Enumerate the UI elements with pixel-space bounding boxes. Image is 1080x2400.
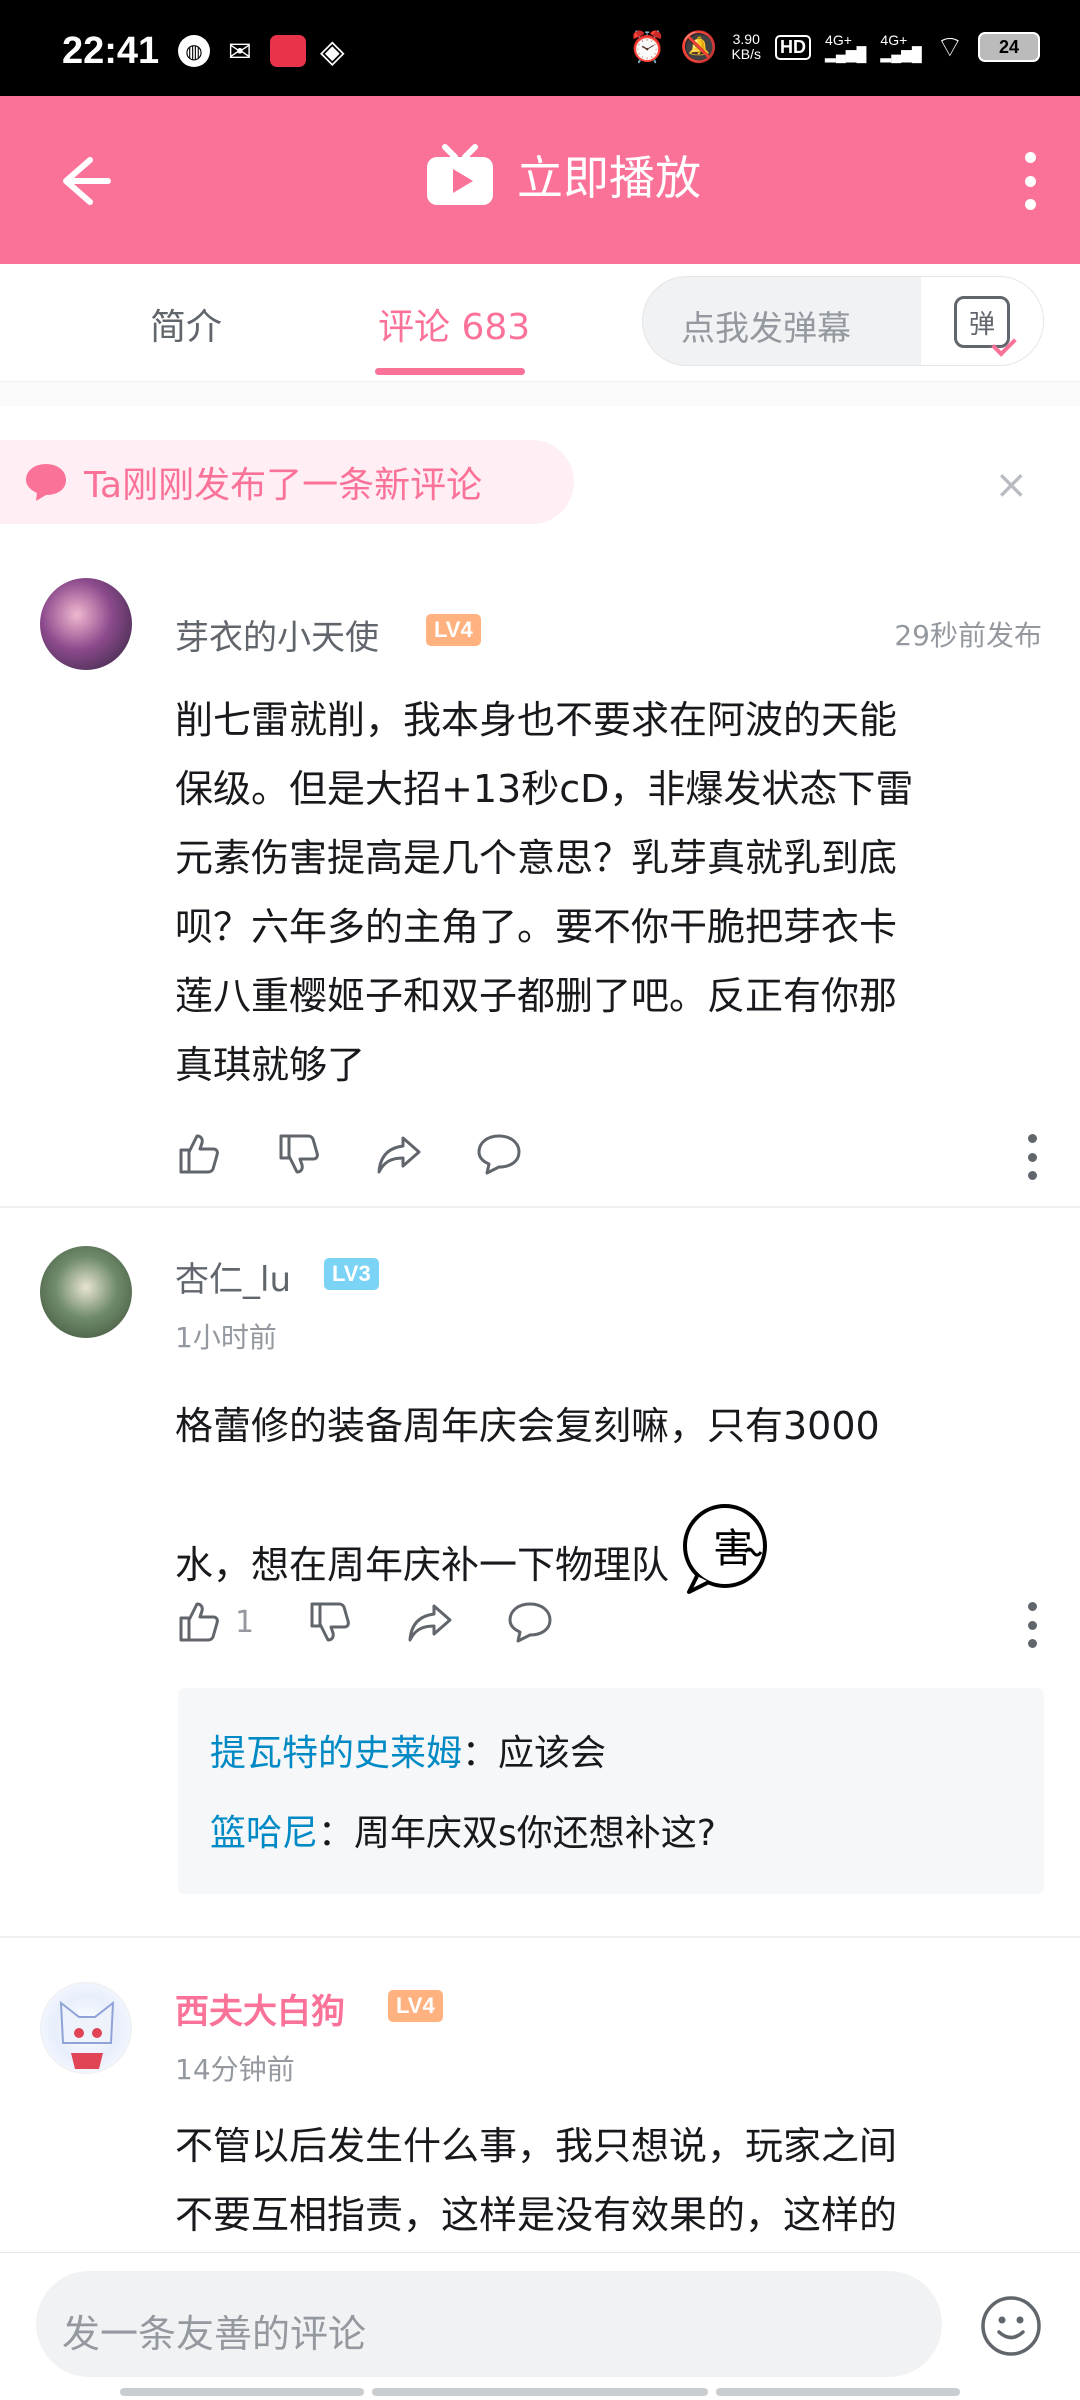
comment-bubble-icon xyxy=(26,464,66,501)
wifi-icon: ⌔ xyxy=(935,31,964,64)
tab-intro[interactable]: 简介 xyxy=(150,298,222,350)
wechat-icon: ✉ xyxy=(228,34,252,68)
notice-text: Ta刚刚发布了一条新评论 xyxy=(84,465,483,506)
comment-username[interactable]: 杏仁_lu xyxy=(175,1252,291,1301)
tab-bar: 简介 评论 683 点我发弹幕 弹 xyxy=(0,264,1080,382)
new-comment-notice[interactable]: Ta刚刚发布了一条新评论 xyxy=(0,440,574,524)
comment-actions xyxy=(175,1130,575,1178)
news-icon: ◈ xyxy=(320,32,345,70)
avatar[interactable] xyxy=(40,1246,132,1338)
comment-input-placeholder: 发一条友善的评论 xyxy=(62,2312,367,2356)
comment-time: 1小时前 xyxy=(175,1321,277,1354)
reply-item[interactable]: 提瓦特的史莱姆：应该会 xyxy=(210,1714,1012,1794)
danmaku-placeholder: 点我发弹幕 xyxy=(681,309,851,349)
divider xyxy=(0,1936,1080,1938)
like-icon[interactable] xyxy=(175,1598,223,1646)
like-icon[interactable] xyxy=(175,1130,223,1178)
danmaku-input[interactable]: 点我发弹幕 弹 xyxy=(642,276,1044,366)
share-icon[interactable] xyxy=(406,1598,454,1646)
level-badge: LV4 xyxy=(426,614,481,646)
level-badge: LV3 xyxy=(324,1258,379,1290)
browser-icon: ◍ xyxy=(178,35,210,67)
avatar[interactable] xyxy=(40,1982,132,2074)
notification-icons: ◍ ✉ ◈ xyxy=(178,32,345,70)
redbook-icon xyxy=(270,35,306,67)
status-time: 22:41 xyxy=(62,30,160,72)
comment-text: 格蕾修的装备周年庆会复刻嘛，只有3000 水，想在周年庆补一下物理队害 xyxy=(175,1386,1045,1605)
comment-text: 不管以后发生什么事，我只想说，玩家之间 不要互相指责，这样是没有效果的，这样的 xyxy=(175,2124,898,2237)
play-now-button[interactable]: 立即播放 xyxy=(425,142,701,208)
danmaku-icon: 弹 xyxy=(954,296,1010,348)
close-icon[interactable]: × xyxy=(994,462,1028,508)
danmaku-toggle-button[interactable]: 弹 xyxy=(921,277,1043,365)
sticker-emoji-icon: 害 xyxy=(683,1504,768,1594)
reply-username[interactable]: 提瓦特的史莱姆 xyxy=(210,1733,462,1774)
battery-icon: 24 xyxy=(978,32,1040,62)
emoji-icon[interactable] xyxy=(980,2295,1042,2357)
divider xyxy=(0,1206,1080,1208)
comment-input-bar: 发一条友善的评论 xyxy=(0,2252,1080,2400)
reply-icon[interactable] xyxy=(506,1598,554,1646)
comment-username[interactable]: 芽衣的小天使 xyxy=(175,610,379,659)
comment-more-icon[interactable] xyxy=(1028,1134,1040,1180)
nav-indicator xyxy=(120,2388,364,2396)
alarm-icon: ⏰ xyxy=(628,30,667,64)
share-icon[interactable] xyxy=(375,1130,423,1178)
top-bar: 立即播放 xyxy=(0,96,1080,264)
back-arrow-icon[interactable] xyxy=(52,148,118,214)
comment-username[interactable]: 西夫大白狗 xyxy=(175,1984,345,2033)
comment-time: 29秒前发布 xyxy=(894,619,1042,652)
tab-comments[interactable]: 评论 683 xyxy=(378,298,530,350)
reply-username[interactable]: 篮哈尼 xyxy=(210,1813,318,1854)
avatar-illustration xyxy=(59,2000,115,2069)
hd-icon: HD xyxy=(775,34,812,60)
comment-input[interactable]: 发一条友善的评论 xyxy=(36,2271,942,2377)
dislike-icon[interactable] xyxy=(306,1598,354,1646)
signal-icon-2: 4G+ ▂▄▆█ xyxy=(880,32,922,62)
system-icons: ⏰ 🔕 3.90 KB/s HD 4G+ ▂▄▆█ 4G+ ▂▄▆█ ⌔ 24 xyxy=(629,28,1040,66)
nav-indicator xyxy=(372,2388,708,2396)
section-gap xyxy=(0,382,1080,406)
comment-item: 芽衣的小天使 LV4 29秒前发布 削七雷就削，我本身也不要求在阿波的天能 保级… xyxy=(0,570,1080,1210)
reply-icon[interactable] xyxy=(475,1130,523,1178)
nav-indicator xyxy=(716,2388,960,2396)
reply-item[interactable]: 篮哈尼：周年庆双s你还想补这? xyxy=(210,1794,1012,1874)
network-speed: 3.90 KB/s xyxy=(731,31,762,62)
active-tab-indicator xyxy=(375,368,525,375)
page-title: 立即播放 xyxy=(517,151,701,205)
avatar[interactable] xyxy=(40,578,132,670)
dislike-icon[interactable] xyxy=(275,1130,323,1178)
status-bar: 22:41 ◍ ✉ ◈ ⏰ 🔕 3.90 KB/s HD 4G+ ▂▄▆█ 4G+… xyxy=(0,0,1080,96)
tv-play-icon xyxy=(427,144,493,205)
more-options-icon[interactable] xyxy=(1010,148,1050,214)
level-badge: LV4 xyxy=(388,1990,443,2022)
comment-text: 削七雷就削，我本身也不要求在阿波的天能 保级。但是大招+13秒cD，非爆发状态下… xyxy=(175,698,914,1087)
comment-item: 杏仁_lu LV3 1小时前 格蕾修的装备周年庆会复刻嘛，只有3000 水，想在… xyxy=(0,1246,1080,1906)
comment-item: 西夫大白狗 LV4 14分钟前 不管以后发生什么事，我只想说，玩家之间 不要互相… xyxy=(0,1976,1080,2252)
comment-actions: 1 xyxy=(175,1598,606,1646)
signal-icon: 4G+ ▂▄▆█ xyxy=(825,32,867,62)
comment-time: 14分钟前 xyxy=(175,2053,295,2086)
reply-preview[interactable]: 提瓦特的史莱姆：应该会 篮哈尼：周年庆双s你还想补这? xyxy=(178,1688,1044,1894)
comment-more-icon[interactable] xyxy=(1028,1602,1040,1648)
mute-icon: 🔕 xyxy=(680,30,718,64)
like-count: 1 xyxy=(235,1604,255,1640)
